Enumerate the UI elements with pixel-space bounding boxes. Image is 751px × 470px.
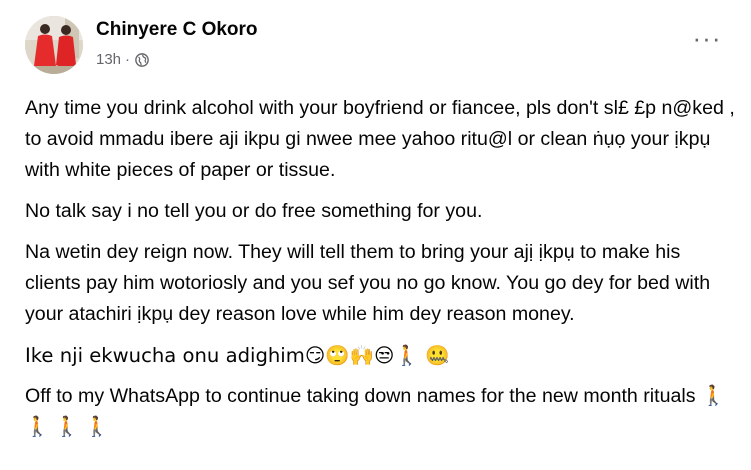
- post-paragraph-2: No talk say i no tell you or do free som…: [25, 200, 483, 222]
- post-paragraph-1: Any time you drink alcohol with your boy…: [25, 97, 735, 181]
- post-timestamp[interactable]: 13h: [96, 50, 121, 70]
- author-name[interactable]: Chinyere C Okoro: [96, 18, 258, 42]
- post-meta: 13h ·: [96, 50, 149, 70]
- meta-separator: ·: [125, 51, 131, 68]
- post-paragraph-3: Na wetin dey reign now. They will tell t…: [25, 241, 711, 325]
- more-dots-icon: ···: [692, 23, 722, 53]
- post-paragraph-4: Ike nji ekwucha onu adighim😏🙄🙌😒🚶 🤐: [25, 344, 450, 367]
- globe-icon[interactable]: [135, 53, 149, 67]
- post-content: Any time you drink alcohol with your boy…: [25, 93, 735, 453]
- facebook-post: Chinyere C Okoro 13h · ··· Any time you …: [0, 0, 751, 470]
- post-paragraph-5: Off to my WhatsApp to continue taking do…: [25, 385, 726, 438]
- more-options-button[interactable]: ···: [687, 23, 727, 62]
- author-avatar[interactable]: [25, 16, 83, 74]
- avatar-photo: [25, 16, 83, 74]
